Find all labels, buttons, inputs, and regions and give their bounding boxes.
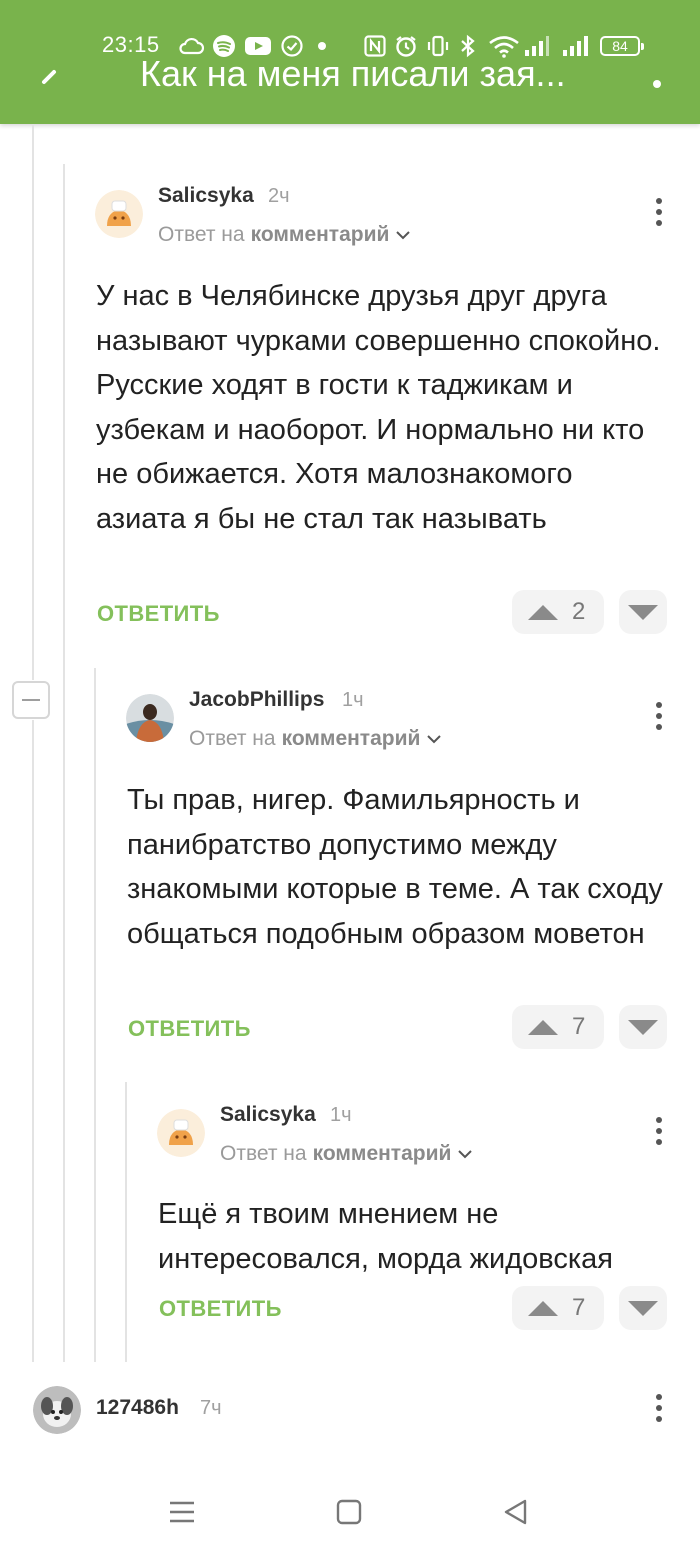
comment-text: Ты прав, нигер. Фамильярность и панибрат…: [127, 784, 663, 950]
comment-menu-button[interactable]: [649, 1390, 669, 1426]
thread-line: [94, 668, 96, 1362]
home-button[interactable]: [331, 1496, 367, 1528]
reply-prefix: Ответ на: [158, 223, 245, 246]
reply-prefix: Ответ на: [189, 727, 276, 750]
comment-time: 1ч: [330, 1104, 352, 1126]
downvote-button[interactable]: [619, 1286, 667, 1330]
author-name[interactable]: Salicsyka: [158, 184, 254, 208]
author-name[interactable]: 127486h: [96, 1396, 179, 1420]
downvote-button[interactable]: [619, 1005, 667, 1049]
reply-prefix: Ответ на: [220, 1142, 307, 1165]
more-vertical-icon: [653, 80, 661, 88]
avatar[interactable]: [157, 1109, 205, 1157]
page-title: Как на меня писали зая...: [140, 53, 566, 94]
minus-icon: [22, 699, 40, 701]
reply-target: комментарий: [312, 1142, 452, 1165]
rating: 2: [572, 598, 586, 625]
arrow-back-icon: [42, 70, 56, 84]
reply-target: комментарий: [250, 223, 390, 246]
menu-button[interactable]: [164, 1496, 200, 1528]
triangle-down-icon: [628, 1300, 658, 1316]
rating: 7: [572, 1013, 586, 1040]
rating: 7: [572, 1294, 586, 1321]
thread-line: [32, 720, 34, 1362]
app-header: 23:15 84 Как на меня писали зая...: [0, 0, 700, 124]
thread-line: [63, 164, 65, 1362]
avatar[interactable]: [95, 190, 143, 238]
collapse-thread-button[interactable]: [12, 681, 50, 719]
author-name[interactable]: Salicsyka: [220, 1103, 316, 1127]
avatar[interactable]: [33, 1386, 81, 1434]
author-name[interactable]: JacobPhillips: [189, 688, 324, 712]
upvote-button[interactable]: 7: [512, 1286, 604, 1330]
more-options-button[interactable]: [645, 58, 669, 98]
triangle-up-icon: [528, 1300, 558, 1316]
thread-line: [125, 1082, 127, 1362]
chevron-down-icon: [396, 231, 411, 240]
comment-time: 2ч: [268, 185, 290, 207]
triangle-left-icon: [504, 1499, 527, 1525]
upvote-button[interactable]: 2: [512, 590, 604, 634]
nav-back-button[interactable]: [498, 1496, 534, 1528]
reply-button[interactable]: ОТВЕТИТЬ: [128, 1016, 251, 1042]
thread-line: [32, 124, 34, 680]
reply-button[interactable]: ОТВЕТИТЬ: [159, 1296, 282, 1322]
menu-icon: [170, 1501, 194, 1523]
back-button[interactable]: [30, 58, 70, 98]
chevron-down-icon: [458, 1150, 473, 1159]
downvote-button[interactable]: [619, 590, 667, 634]
reply-button[interactable]: ОТВЕТИТЬ: [97, 601, 220, 627]
square-icon: [336, 1499, 362, 1525]
comment-time: 1ч: [342, 689, 364, 711]
comment-menu-button[interactable]: [649, 1113, 669, 1149]
toolbar: Как на меня писали зая...: [0, 50, 700, 110]
avatar[interactable]: [126, 694, 174, 742]
reply-to-link[interactable]: Ответ на комментарий: [158, 223, 411, 247]
comment-text: У нас в Челябинске друзья друг друга наз…: [96, 280, 661, 535]
comment-time: 7ч: [200, 1397, 222, 1419]
comment-text: Ещё я твоим мнением не интересовался, мо…: [158, 1198, 613, 1275]
reply-target: комментарий: [281, 727, 421, 750]
system-nav-bar: [0, 1470, 700, 1556]
chevron-down-icon: [427, 735, 442, 744]
reply-to-link[interactable]: Ответ на комментарий: [189, 727, 442, 751]
triangle-down-icon: [628, 604, 658, 620]
upvote-button[interactable]: 7: [512, 1005, 604, 1049]
reply-to-link[interactable]: Ответ на комментарий: [220, 1142, 473, 1166]
triangle-up-icon: [528, 604, 558, 620]
comment-menu-button[interactable]: [649, 194, 669, 230]
triangle-down-icon: [628, 1019, 658, 1035]
comment-menu-button[interactable]: [649, 698, 669, 734]
triangle-up-icon: [528, 1019, 558, 1035]
